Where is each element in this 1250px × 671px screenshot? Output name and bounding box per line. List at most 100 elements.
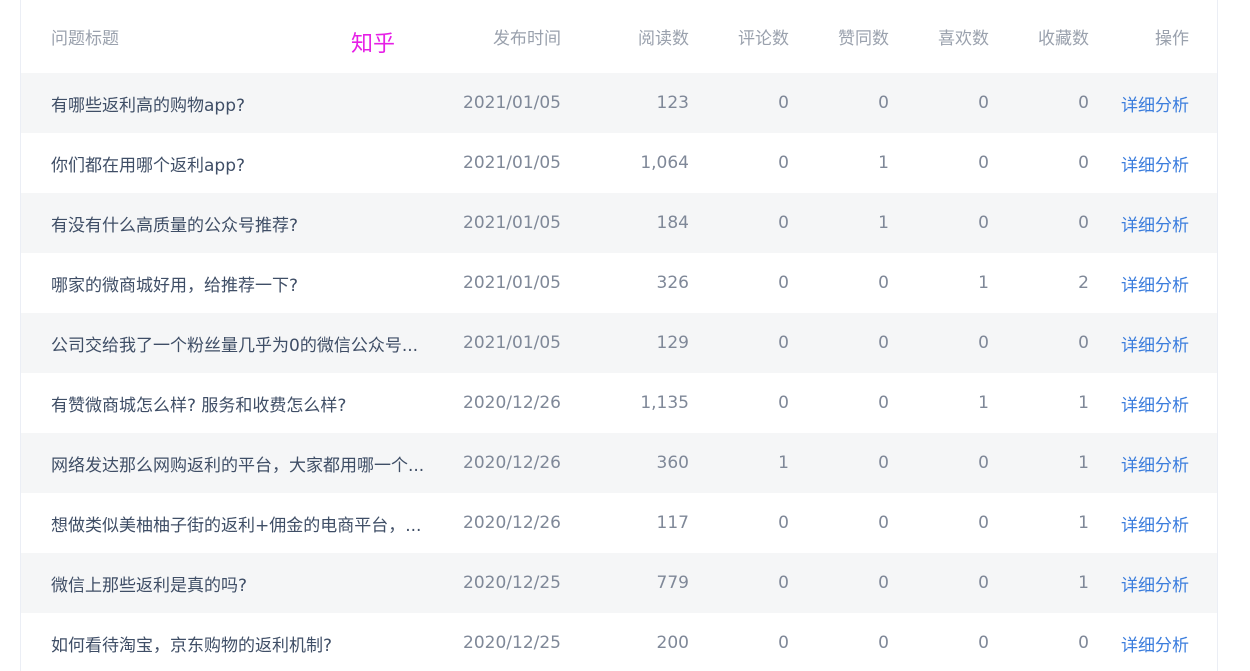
cell-reads: 184 (656, 213, 689, 233)
cell-title: 有赞微商城怎么样? 服务和收费怎么样? (51, 395, 347, 416)
cell-reads: 123 (656, 93, 689, 113)
cell-title: 有没有什么高质量的公众号推荐? (51, 215, 299, 236)
cell-action: 详细分析 (1089, 391, 1189, 416)
detail-analysis-link[interactable]: 详细分析 (1121, 96, 1189, 116)
cell-favorites: 0 (978, 333, 989, 353)
cell-comments: 0 (778, 213, 789, 233)
detail-analysis-link[interactable]: 详细分析 (1121, 156, 1189, 176)
cell-collects: 0 (1078, 213, 1089, 233)
cell-action: 详细分析 (1089, 151, 1189, 176)
table-row: 有赞微商城怎么样? 服务和收费怎么样? 2020/12/26 1,135 0 0 1 1 详细… (21, 373, 1217, 433)
detail-analysis-link[interactable]: 详细分析 (1121, 456, 1189, 476)
cell-date: 2020/12/26 (463, 393, 561, 413)
cell-comments: 0 (778, 393, 789, 413)
table-row: 有哪些返利高的购物app? 2021/01/05 123 0 0 0 0 详细分析 (21, 73, 1217, 133)
header-reads: 阅读数 (638, 29, 689, 49)
cell-likes: 0 (878, 333, 889, 353)
header-date: 发布时间 (493, 29, 561, 49)
cell-reads: 117 (656, 513, 689, 533)
cell-favorites: 0 (978, 453, 989, 473)
table-header: 问题标题 发布时间 阅读数 评论数 赞同数 喜欢数 收藏数 操作 知乎 (21, 0, 1217, 73)
table-row: 网络发达那么网购返利的平台，大家都用哪一个... 2020/12/26 360 1 0 0… (21, 433, 1217, 493)
cell-reads: 129 (656, 333, 689, 353)
cell-action: 详细分析 (1089, 631, 1189, 656)
cell-collects: 1 (1078, 453, 1089, 473)
cell-favorites: 0 (978, 633, 989, 653)
cell-date: 2021/01/05 (463, 273, 561, 293)
cell-likes: 1 (878, 213, 889, 233)
cell-collects: 0 (1078, 633, 1089, 653)
cell-likes: 0 (878, 573, 889, 593)
detail-analysis-link[interactable]: 详细分析 (1121, 396, 1189, 416)
cell-title: 如何看待淘宝，京东购物的返利机制? (51, 635, 333, 656)
cell-likes: 0 (878, 453, 889, 473)
cell-collects: 2 (1078, 273, 1089, 293)
cell-likes: 0 (878, 633, 889, 653)
cell-action: 详细分析 (1089, 571, 1189, 596)
header-action: 操作 (1155, 29, 1189, 49)
question-table: 问题标题 发布时间 阅读数 评论数 赞同数 喜欢数 收藏数 操作 知乎 有哪些返… (20, 0, 1218, 671)
cell-date: 2021/01/05 (463, 93, 561, 113)
header-likes: 赞同数 (838, 29, 889, 49)
cell-favorites: 0 (978, 213, 989, 233)
cell-comments: 0 (778, 633, 789, 653)
cell-comments: 0 (778, 333, 789, 353)
detail-analysis-link[interactable]: 详细分析 (1121, 516, 1189, 536)
header-favorites: 喜欢数 (938, 29, 989, 49)
cell-title: 想做类似美柚柚子街的返利+佣金的电商平台，... (51, 515, 422, 536)
cell-reads: 1,064 (640, 153, 689, 173)
cell-favorites: 0 (978, 573, 989, 593)
cell-action: 详细分析 (1089, 91, 1189, 116)
cell-likes: 0 (878, 93, 889, 113)
cell-favorites: 1 (978, 393, 989, 413)
cell-action: 详细分析 (1089, 451, 1189, 476)
cell-collects: 0 (1078, 333, 1089, 353)
cell-collects: 1 (1078, 573, 1089, 593)
detail-analysis-link[interactable]: 详细分析 (1121, 336, 1189, 356)
cell-reads: 360 (656, 453, 689, 473)
cell-comments: 0 (778, 93, 789, 113)
cell-collects: 0 (1078, 93, 1089, 113)
cell-title: 微信上那些返利是真的吗? (51, 575, 248, 596)
cell-likes: 0 (878, 513, 889, 533)
cell-reads: 779 (656, 573, 689, 593)
cell-reads: 326 (656, 273, 689, 293)
cell-action: 详细分析 (1089, 211, 1189, 236)
cell-collects: 0 (1078, 153, 1089, 173)
detail-analysis-link[interactable]: 详细分析 (1121, 216, 1189, 236)
cell-title: 公司交给我了一个粉丝量几乎为0的微信公众号... (51, 335, 419, 356)
cell-action: 详细分析 (1089, 331, 1189, 356)
table-row: 你们都在用哪个返利app? 2021/01/05 1,064 0 1 0 0 详细分析 (21, 133, 1217, 193)
table-row: 微信上那些返利是真的吗? 2020/12/25 779 0 0 0 1 详细分析 (21, 553, 1217, 613)
cell-reads: 1,135 (640, 393, 689, 413)
table-row: 如何看待淘宝，京东购物的返利机制? 2020/12/25 200 0 0 0 0 详细分析 (21, 613, 1217, 671)
header-collects: 收藏数 (1038, 29, 1089, 49)
cell-action: 详细分析 (1089, 511, 1189, 536)
cell-collects: 1 (1078, 393, 1089, 413)
cell-date: 2020/12/25 (463, 573, 561, 593)
cell-date: 2021/01/05 (463, 153, 561, 173)
cell-date: 2021/01/05 (463, 213, 561, 233)
table-row: 公司交给我了一个粉丝量几乎为0的微信公众号... 2021/01/05 129 0 0 0… (21, 313, 1217, 373)
cell-collects: 1 (1078, 513, 1089, 533)
cell-favorites: 0 (978, 153, 989, 173)
cell-likes: 0 (878, 393, 889, 413)
cell-date: 2021/01/05 (463, 333, 561, 353)
cell-date: 2020/12/25 (463, 633, 561, 653)
table-row: 有没有什么高质量的公众号推荐? 2021/01/05 184 0 1 0 0 详细分析 (21, 193, 1217, 253)
cell-comments: 0 (778, 273, 789, 293)
cell-reads: 200 (656, 633, 689, 653)
table-row: 想做类似美柚柚子街的返利+佣金的电商平台，... 2020/12/26 117 0 0 0… (21, 493, 1217, 553)
cell-comments: 0 (778, 153, 789, 173)
cell-favorites: 1 (978, 273, 989, 293)
detail-analysis-link[interactable]: 详细分析 (1121, 276, 1189, 296)
cell-title: 哪家的微商城好用，给推荐一下? (51, 275, 299, 296)
cell-date: 2020/12/26 (463, 513, 561, 533)
cell-action: 详细分析 (1089, 271, 1189, 296)
detail-analysis-link[interactable]: 详细分析 (1121, 636, 1189, 656)
cell-likes: 1 (878, 153, 889, 173)
cell-comments: 0 (778, 513, 789, 533)
table-row: 哪家的微商城好用，给推荐一下? 2021/01/05 326 0 0 1 2 详细分析 (21, 253, 1217, 313)
detail-analysis-link[interactable]: 详细分析 (1121, 576, 1189, 596)
cell-comments: 1 (778, 453, 789, 473)
